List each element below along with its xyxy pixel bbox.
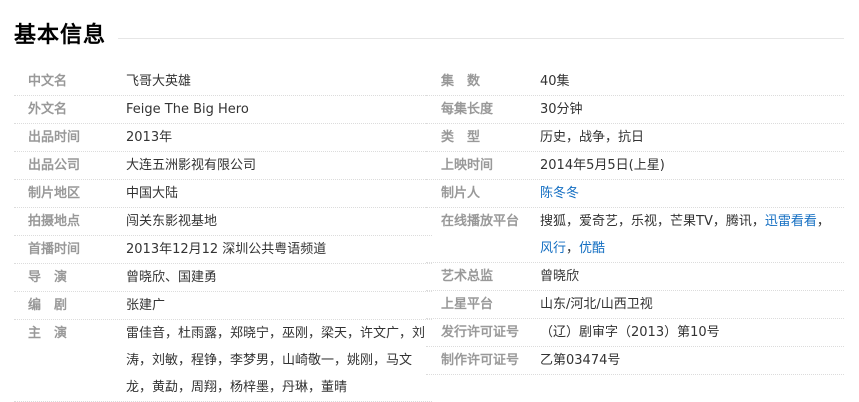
field-value: 2013年12月12 深圳公共粤语频道 (126, 242, 327, 257)
field-label: 集 数 (441, 74, 481, 89)
platform-link-xunlei[interactable]: 迅雷看看 (765, 214, 817, 229)
field-label: 主 演 (28, 326, 68, 341)
info-row-distribution-license: 发行许可证号 （辽）剧审字（2013）第10号 (426, 319, 844, 347)
info-row-episodes: 集 数 40集 (426, 68, 844, 96)
field-value: Feige The Big Hero (126, 102, 249, 117)
info-row-region: 制片地区 中国大陆 (14, 180, 432, 208)
platform-link-fengxing[interactable]: 风行 (540, 241, 566, 256)
field-value: 山东/河北/山西卫视 (540, 297, 653, 312)
field-value: 曾晓欣 (540, 269, 580, 284)
field-label: 在线播放平台 (441, 214, 520, 229)
field-label: 上星平台 (441, 297, 494, 312)
field-value: 张建广 (126, 298, 166, 313)
separator: ， (816, 214, 830, 229)
info-row-director: 导 演 曾晓欣、国建勇 (14, 264, 432, 292)
left-column: 中文名 飞哥大英雄 外文名 Feige The Big Hero 出品时间 20… (14, 68, 432, 402)
info-row-release-date: 上映时间 2014年5月5日(上星) (426, 152, 844, 180)
right-column: 集 数 40集 每集长度 30分钟 类 型 历史，战争，抗日 上映时间 2014… (426, 68, 844, 375)
field-value: 历史，战争，抗日 (540, 130, 645, 145)
section-title: 基本信息 (14, 20, 119, 52)
field-value: 2014年5月5日(上星) (540, 158, 665, 173)
info-row-episode-length: 每集长度 30分钟 (426, 96, 844, 124)
field-label: 编 剧 (28, 298, 68, 313)
info-row-location: 拍摄地点 闯关东影视基地 (14, 208, 432, 236)
field-label: 中文名 (28, 74, 68, 89)
field-value: 乙第03474号 (540, 353, 621, 368)
field-label: 首播时间 (28, 242, 81, 257)
producer-link[interactable]: 陈冬冬 (540, 180, 579, 207)
section-header: 基本信息 (14, 20, 844, 52)
field-value: 30分钟 (540, 102, 583, 117)
field-value: 2013年 (126, 130, 173, 145)
field-value: 闯关东影视基地 (126, 214, 218, 229)
field-value: 搜狐，爱奇艺，乐视，芒果TV，腾讯，迅雷看看， (540, 208, 830, 235)
field-value: 雷佳音，杜雨露，郑晓宁，巫刚，梁天，许文广，刘涛，刘敏，程铮，李梦男，山崎敬一，… (126, 326, 426, 395)
field-label: 艺术总监 (441, 269, 494, 284)
field-label: 外文名 (28, 102, 68, 117)
field-label: 出品时间 (28, 130, 81, 145)
field-value: 40集 (540, 74, 570, 89)
info-row-production-company: 出品公司 大连五洲影视有限公司 (14, 152, 432, 180)
field-label: 导 演 (28, 270, 68, 285)
field-label: 发行许可证号 (441, 325, 520, 340)
info-row-chinese-name: 中文名 飞哥大英雄 (14, 68, 432, 96)
field-label: 出品公司 (28, 158, 81, 173)
header-divider (14, 38, 844, 39)
info-row-cast: 主 演 雷佳音，杜雨露，郑晓宁，巫刚，梁天，许文广，刘涛，刘敏，程铮，李梦男，山… (14, 320, 432, 402)
field-value: 飞哥大英雄 (126, 74, 192, 89)
field-label: 拍摄地点 (28, 214, 81, 229)
info-row-art-director: 艺术总监 曾晓欣 (426, 263, 844, 291)
info-row-premiere: 首播时间 2013年12月12 深圳公共粤语频道 (14, 236, 432, 264)
info-row-streaming-platforms: 在线播放平台 搜狐，爱奇艺，乐视，芒果TV，腾讯，迅雷看看， 风行，优酷 (426, 208, 844, 263)
platform-link-youku[interactable]: 优酷 (579, 241, 605, 256)
platform-list: 搜狐，爱奇艺，乐视，芒果TV，腾讯， (540, 214, 765, 229)
field-label: 上映时间 (441, 158, 494, 173)
field-value-continued: 风行，优酷 (540, 235, 605, 262)
field-label: 制作许可证号 (441, 353, 520, 368)
field-label: 制片地区 (28, 186, 81, 201)
info-row-genre: 类 型 历史，战争，抗日 (426, 124, 844, 152)
info-row-satellite-platform: 上星平台 山东/河北/山西卫视 (426, 291, 844, 319)
info-row-screenwriter: 编 剧 张建广 (14, 292, 432, 320)
info-row-production-year: 出品时间 2013年 (14, 124, 432, 152)
field-value: （辽）剧审字（2013）第10号 (540, 325, 720, 340)
info-row-production-license: 制作许可证号 乙第03474号 (426, 347, 844, 375)
field-label: 制片人 (441, 186, 481, 201)
info-row-producer: 制片人 陈冬冬 (426, 180, 844, 208)
field-value: 大连五洲影视有限公司 (126, 158, 257, 173)
separator: ， (566, 241, 580, 256)
field-label: 每集长度 (441, 102, 494, 117)
field-value: 中国大陆 (126, 186, 179, 201)
field-value: 曾晓欣、国建勇 (126, 270, 218, 285)
info-row-foreign-name: 外文名 Feige The Big Hero (14, 96, 432, 124)
field-label: 类 型 (441, 130, 481, 145)
